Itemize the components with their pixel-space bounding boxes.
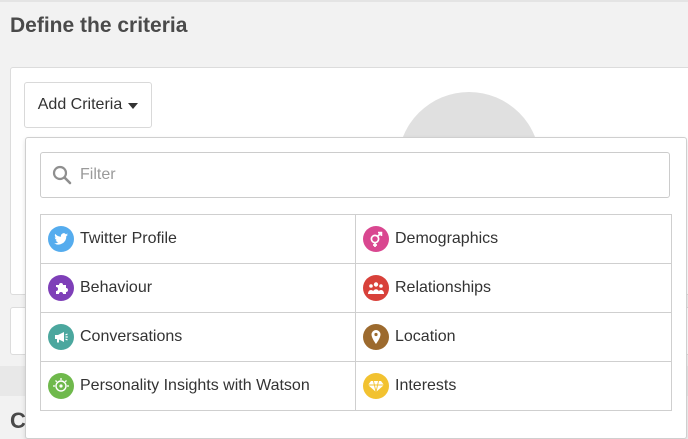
criteria-option-label: Twitter Profile [80, 230, 177, 247]
filter-input[interactable] [78, 165, 642, 185]
criteria-option-interests[interactable]: Interests [356, 362, 672, 411]
criteria-dropdown: Twitter Profile Demographics [25, 137, 687, 439]
criteria-option-twitter-profile[interactable]: Twitter Profile [41, 215, 356, 264]
page-title: Define the criteria [10, 14, 188, 37]
search-icon [52, 165, 72, 185]
criteria-option-demographics[interactable]: Demographics [356, 215, 672, 264]
twitter-bird-icon [48, 226, 74, 252]
add-criteria-button[interactable]: Add Criteria [24, 82, 152, 128]
watson-icon [48, 373, 74, 399]
criteria-option-relationships[interactable]: Relationships [356, 264, 672, 313]
filter-field[interactable] [40, 152, 670, 198]
criteria-option-label: Behaviour [80, 279, 153, 296]
caret-down-icon [128, 103, 139, 109]
criteria-option-label: Personality Insights with Watson [80, 377, 310, 394]
add-criteria-label: Add Criteria [37, 96, 123, 113]
criteria-option-label: Demographics [395, 230, 499, 247]
criteria-grid: Twitter Profile Demographics Behaviour R… [40, 214, 672, 411]
criteria-option-behaviour[interactable]: Behaviour [41, 264, 356, 313]
criteria-option-location[interactable]: Location [356, 313, 672, 362]
people-group-icon [363, 275, 389, 301]
diamond-icon [363, 373, 389, 399]
criteria-option-label: Conversations [80, 328, 183, 345]
map-marker-icon [363, 324, 389, 350]
top-divider [0, 0, 688, 2]
criteria-option-label: Location [395, 328, 456, 345]
puzzle-piece-icon [48, 275, 74, 301]
criteria-option-conversations[interactable]: Conversations [41, 313, 356, 362]
criteria-option-personality-insights[interactable]: Personality Insights with Watson [41, 362, 356, 411]
megaphone-icon [48, 324, 74, 350]
next-section-heading: C [10, 408, 26, 433]
criteria-option-label: Interests [395, 377, 457, 394]
criteria-option-label: Relationships [395, 279, 492, 296]
gender-icon [363, 226, 389, 252]
